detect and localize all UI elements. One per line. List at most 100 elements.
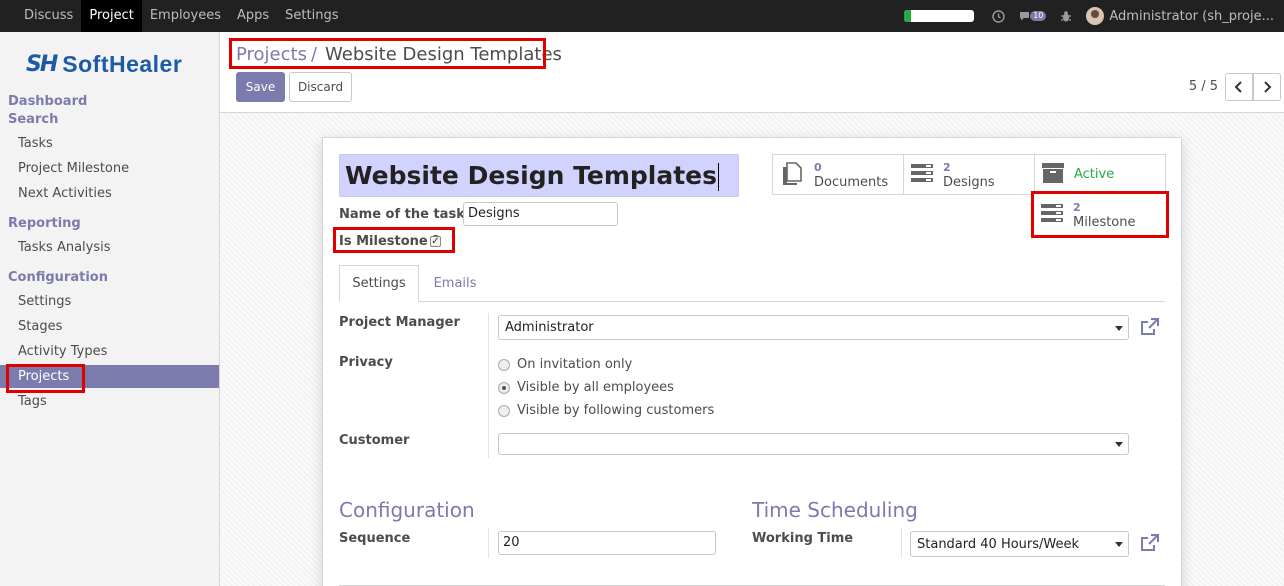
onboarding-progress[interactable] xyxy=(904,10,975,22)
sidebar-item-projects-label[interactable]: Projects xyxy=(18,369,69,384)
tasks-stack-icon xyxy=(910,162,934,188)
pager-previous-button[interactable] xyxy=(1225,73,1253,101)
radio-button-checked[interactable] xyxy=(498,381,510,394)
logo-text: SoftHealer xyxy=(62,51,183,77)
time-scheduling-group-title: Time Scheduling xyxy=(752,498,918,522)
radio-button[interactable] xyxy=(498,404,510,417)
active-label: Active xyxy=(1074,167,1115,182)
tab-emails[interactable]: Emails xyxy=(419,265,491,302)
working-time-select[interactable]: Standard 40 Hours/Week xyxy=(910,531,1129,557)
field-separator xyxy=(488,528,489,558)
chevron-down-icon xyxy=(1115,442,1123,447)
sidebar-item-activity-types[interactable]: Activity Types xyxy=(18,344,107,359)
privacy-option-employees[interactable]: Visible by all employees xyxy=(498,380,674,395)
messages-icon[interactable]: 10 xyxy=(1019,10,1047,22)
project-manager-select[interactable]: Administrator xyxy=(498,315,1129,340)
chevron-left-icon xyxy=(1234,81,1242,93)
sidebar-section-search[interactable]: Search xyxy=(8,112,58,127)
sidebar-section-reporting[interactable]: Reporting xyxy=(8,216,81,231)
bug-icon[interactable] xyxy=(1060,10,1072,23)
pager-value[interactable]: 5 / 5 xyxy=(1189,79,1218,94)
milestone-label: Is Milestone ? xyxy=(339,234,440,249)
external-link-icon[interactable] xyxy=(1140,318,1160,341)
breadcrumb-current: Website Design Templates xyxy=(325,44,562,65)
chevron-right-icon xyxy=(1264,81,1272,93)
working-time-label: Working Time xyxy=(752,531,854,546)
chevron-down-icon xyxy=(1115,542,1123,547)
documents-count: 0 xyxy=(814,160,822,174)
company-logo: SH SoftHealer xyxy=(26,51,182,78)
menu-apps[interactable]: Apps xyxy=(229,0,277,32)
progress-fill xyxy=(904,10,912,22)
text-cursor xyxy=(718,163,720,191)
breadcrumb-separator: / xyxy=(310,44,318,65)
form-sheet: Website Design Templates Name of the tas… xyxy=(322,137,1182,586)
privacy-option-label: Visible by following customers xyxy=(517,403,715,418)
control-panel: Projects / Website Design Templates Save… xyxy=(220,32,1284,113)
active-toggle-button[interactable]: Active xyxy=(1034,154,1166,195)
archive-icon xyxy=(1041,162,1065,188)
menu-discuss[interactable]: Discuss xyxy=(16,0,81,32)
designs-label: Designs xyxy=(943,174,995,190)
sidebar-item-tasks-analysis[interactable]: Tasks Analysis xyxy=(18,240,111,255)
logo-mark: SH xyxy=(26,52,58,77)
documents-label: Documents xyxy=(814,174,889,190)
documents-smart-button[interactable]: 0 Documents xyxy=(772,154,904,195)
external-link-icon[interactable] xyxy=(1140,534,1160,557)
designs-count: 2 xyxy=(943,160,951,174)
sequence-label: Sequence xyxy=(339,531,411,546)
clock-icon[interactable] xyxy=(992,9,1005,23)
menu-employees[interactable]: Employees xyxy=(142,0,229,32)
milestone-smart-button[interactable]: 2 Milestone xyxy=(1034,194,1166,235)
project-name-value: Website Design Templates xyxy=(345,161,718,190)
field-separator xyxy=(901,528,902,558)
designs-smart-button[interactable]: 2 Designs xyxy=(903,154,1035,195)
chevron-down-icon xyxy=(1115,325,1123,331)
sidebar-item-project-milestone[interactable]: Project Milestone xyxy=(18,161,129,176)
sidebar: SH SoftHealer Dashboard Search Tasks Pro… xyxy=(0,32,220,586)
field-separator xyxy=(488,313,489,458)
radio-button[interactable] xyxy=(498,358,510,371)
configuration-group-title: Configuration xyxy=(339,498,475,522)
sidebar-section-configuration[interactable]: Configuration xyxy=(8,270,108,285)
save-button[interactable]: Save xyxy=(236,72,285,102)
form-view: Website Design Templates Name of the tas… xyxy=(220,113,1284,586)
project-manager-label: Project Manager xyxy=(339,315,460,330)
project-name-input[interactable]: Website Design Templates xyxy=(339,154,739,197)
milestone-stack-icon xyxy=(1040,202,1064,228)
messages-badge: 10 xyxy=(1030,11,1047,21)
customer-label: Customer xyxy=(339,433,410,448)
sidebar-item-next-activities[interactable]: Next Activities xyxy=(18,186,112,201)
privacy-option-invitation[interactable]: On invitation only xyxy=(498,357,632,372)
documents-icon xyxy=(779,160,805,190)
customer-select[interactable] xyxy=(498,433,1129,455)
menu-project[interactable]: Project xyxy=(81,0,142,32)
privacy-label: Privacy xyxy=(339,355,393,370)
discard-button[interactable]: Discard xyxy=(289,72,352,102)
user-avatar[interactable] xyxy=(1086,7,1105,25)
tab-settings[interactable]: Settings xyxy=(339,265,419,302)
sidebar-item-stages[interactable]: Stages xyxy=(18,319,62,334)
user-menu[interactable]: Administrator (sh_proje... xyxy=(1109,9,1274,24)
sequence-input[interactable]: 20 xyxy=(498,531,716,555)
milestone-count: 2 xyxy=(1073,200,1081,214)
tasks-name-input[interactable]: Designs xyxy=(463,202,618,226)
working-time-value: Standard 40 Hours/Week xyxy=(917,536,1080,552)
project-manager-value: Administrator xyxy=(505,320,594,335)
privacy-option-customers[interactable]: Visible by following customers xyxy=(498,403,714,418)
menu-settings[interactable]: Settings xyxy=(277,0,346,32)
breadcrumb-projects-link[interactable]: Projects xyxy=(236,44,307,65)
breadcrumb: Projects / Website Design Templates xyxy=(236,44,562,65)
milestone-smart-label: Milestone xyxy=(1073,214,1136,230)
top-navbar: Discuss Project Employees Apps Settings … xyxy=(0,0,1284,32)
milestone-checkbox[interactable]: ✓ xyxy=(430,236,441,247)
privacy-option-label: Visible by all employees xyxy=(517,380,674,395)
systray: 10 Administrator (sh_proje... xyxy=(904,0,1284,32)
sidebar-item-settings[interactable]: Settings xyxy=(18,294,71,309)
pager-next-button[interactable] xyxy=(1253,73,1281,101)
sidebar-item-tags[interactable]: Tags xyxy=(18,394,47,409)
sidebar-section-dashboard[interactable]: Dashboard xyxy=(8,94,87,109)
tasks-name-label: Name of the tasks : xyxy=(339,207,483,222)
sidebar-item-tasks[interactable]: Tasks xyxy=(18,136,53,151)
privacy-option-label: On invitation only xyxy=(517,357,633,372)
